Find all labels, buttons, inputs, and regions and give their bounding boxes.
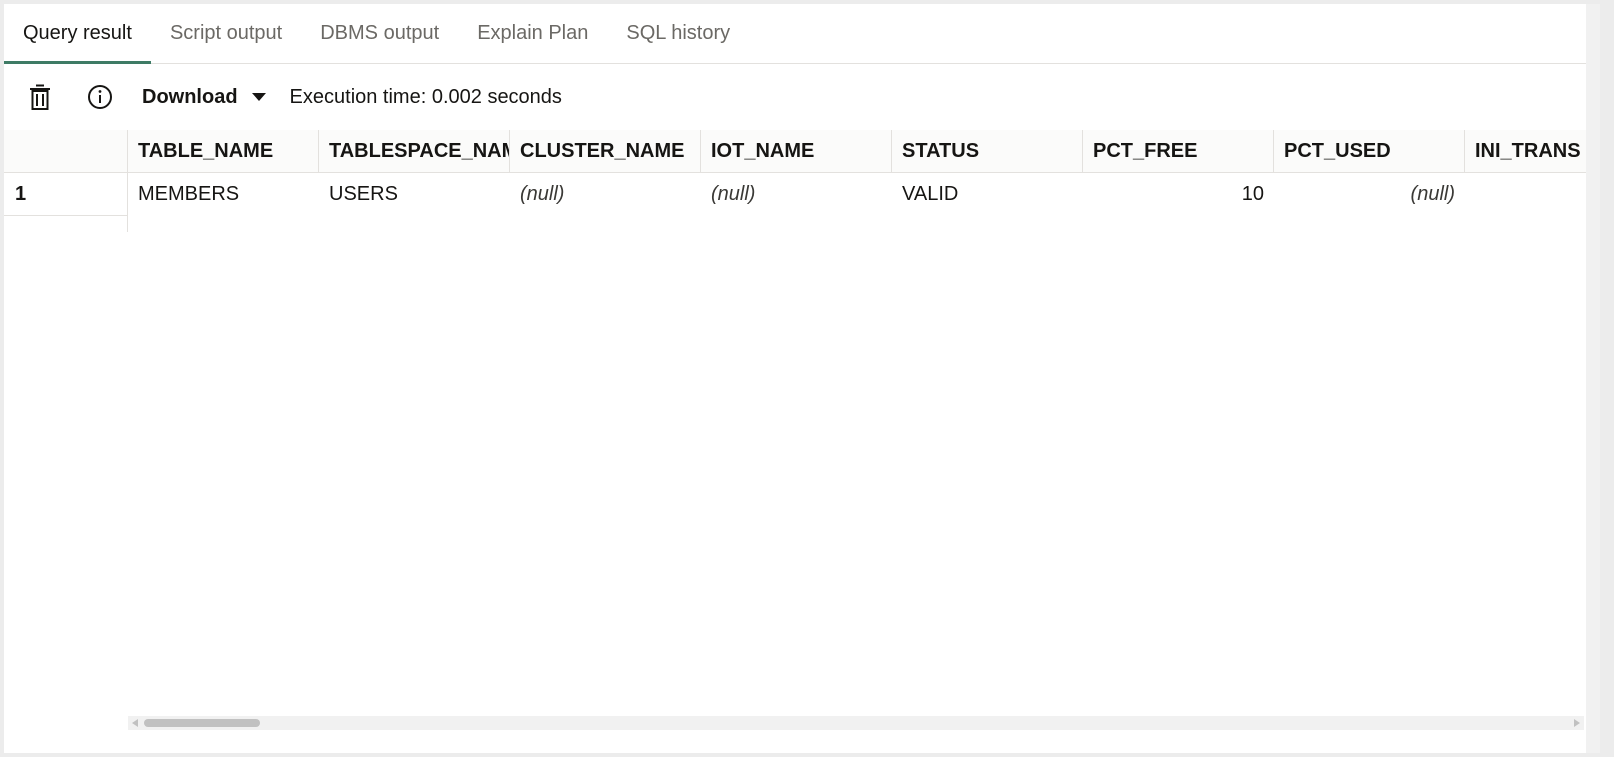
horizontal-scroll-thumb[interactable] xyxy=(144,719,260,727)
cell-cluster-name[interactable]: (null) xyxy=(510,173,701,216)
column-header-status[interactable]: STATUS xyxy=(892,130,1083,172)
table-row[interactable]: MEMBERS USERS (null) (null) VALID 10 (nu… xyxy=(128,173,1600,216)
execution-time: Execution time: 0.002 seconds xyxy=(289,85,562,108)
column-header-row: TABLE_NAME TABLESPACE_NAME CLUSTER_NAME … xyxy=(128,130,1600,173)
cell-pct-used[interactable]: (null) xyxy=(1274,173,1465,216)
tab-script-output[interactable]: Script output xyxy=(151,4,301,63)
horizontal-scrollbar[interactable] xyxy=(128,716,1584,730)
tab-dbms-output[interactable]: DBMS output xyxy=(301,4,458,63)
cell-pct-free[interactable]: 10 xyxy=(1083,173,1274,216)
tab-query-result[interactable]: Query result xyxy=(4,4,151,64)
cell-table-name[interactable]: MEMBERS xyxy=(128,173,319,216)
column-header-table-name[interactable]: TABLE_NAME xyxy=(128,130,319,172)
cell-status[interactable]: VALID xyxy=(892,173,1083,216)
column-header-iot-name[interactable]: IOT_NAME xyxy=(701,130,892,172)
tab-sql-history[interactable]: SQL history xyxy=(607,4,749,63)
column-header-ini-trans[interactable]: INI_TRANS xyxy=(1465,130,1600,172)
tab-explain-plan[interactable]: Explain Plan xyxy=(458,4,607,63)
trash-icon xyxy=(30,84,50,110)
cell-iot-name[interactable]: (null) xyxy=(701,173,892,216)
grid-corner xyxy=(4,130,127,173)
scroll-left-icon[interactable] xyxy=(130,718,140,728)
vertical-scrollbar[interactable] xyxy=(1586,4,1600,753)
result-tabs: Query result Script output DBMS output E… xyxy=(4,4,1600,64)
results-grid: 1 TABLE_NAME TABLESPACE_NAME CLUSTER_NAM… xyxy=(4,130,1600,728)
cell-ini-trans[interactable] xyxy=(1465,173,1600,216)
scroll-right-icon[interactable] xyxy=(1572,718,1582,728)
grid-columns: TABLE_NAME TABLESPACE_NAME CLUSTER_NAME … xyxy=(128,130,1600,220)
info-icon xyxy=(88,85,112,109)
row-number[interactable]: 1 xyxy=(4,173,127,216)
result-toolbar: Download Execution time: 0.002 seconds xyxy=(4,64,1600,131)
clear-button[interactable] xyxy=(20,77,60,117)
column-header-cluster-name[interactable]: CLUSTER_NAME xyxy=(510,130,701,172)
column-header-pct-used[interactable]: PCT_USED xyxy=(1274,130,1465,172)
caret-down-icon xyxy=(251,93,266,101)
cell-tablespace-name[interactable]: USERS xyxy=(319,173,510,216)
download-label: Download xyxy=(142,85,238,108)
info-button[interactable] xyxy=(80,77,120,117)
column-header-tablespace-name[interactable]: TABLESPACE_NAME xyxy=(319,130,510,172)
query-result-panel: Query result Script output DBMS output E… xyxy=(4,4,1600,753)
download-menu-button[interactable]: Download xyxy=(142,86,266,109)
column-header-pct-free[interactable]: PCT_FREE xyxy=(1083,130,1274,172)
row-header-column: 1 xyxy=(4,130,128,232)
